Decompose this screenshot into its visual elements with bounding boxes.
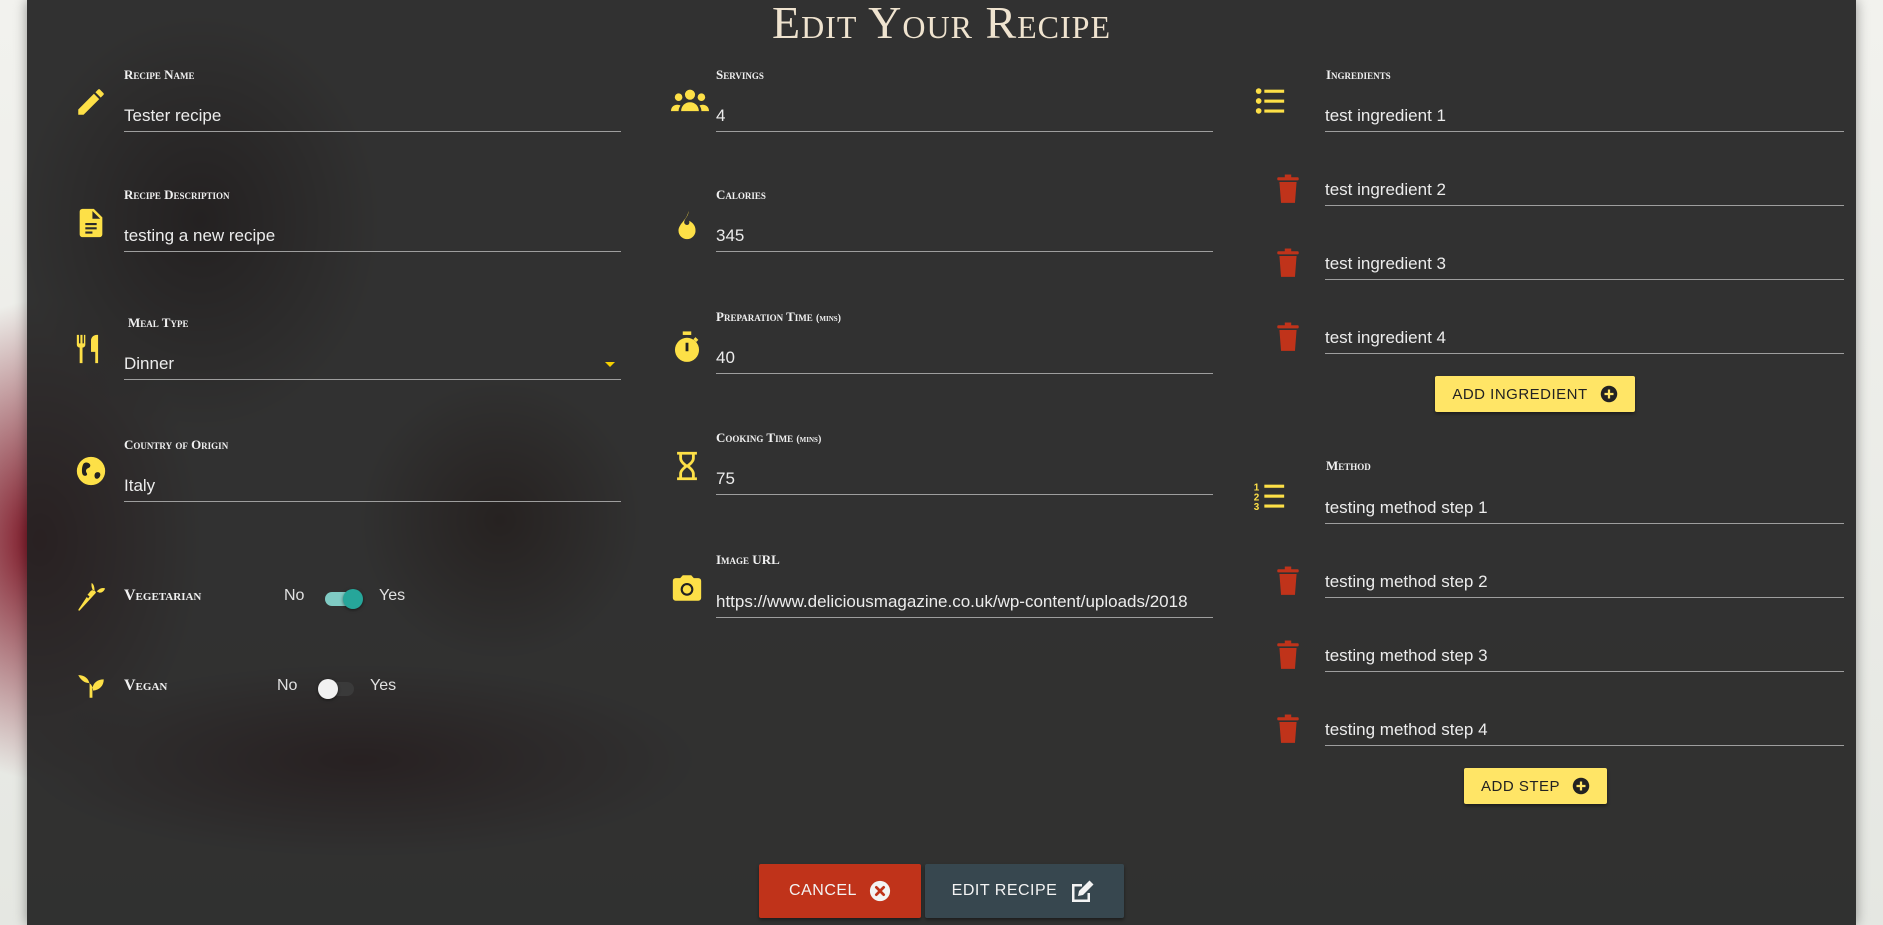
ingredients-section: Ingredients test ingredient 1 test ingre… [1253, 67, 1844, 420]
ingredient-input-2[interactable]: test ingredient 2 [1325, 174, 1844, 206]
country-label: Country of Origin [124, 437, 229, 452]
calories-input[interactable]: 345 [716, 220, 1213, 252]
vegan-no-label: No [277, 677, 298, 694]
meal-type-value: Dinner [124, 354, 175, 373]
ingredient-input-4[interactable]: test ingredient 4 [1325, 322, 1844, 354]
prep-time-label-text: Preparation Time [716, 309, 813, 324]
recipe-description-field: Recipe Description testing a new recipe [74, 187, 647, 270]
trash-icon[interactable] [1275, 248, 1301, 278]
servings-input[interactable]: 4 [716, 100, 1213, 132]
cook-time-field: Cooking Time (mins) 75 [670, 430, 1243, 513]
recipe-name-field: Recipe Name Tester recipe [74, 67, 647, 150]
cancel-button[interactable]: CANCEL [759, 864, 921, 918]
utensils-icon [74, 332, 108, 366]
image-url-field: Image URL https://www.deliciousmagazine.… [670, 552, 1243, 635]
add-ingredient-button[interactable]: ADD INGREDIENT [1435, 376, 1635, 412]
plus-circle-icon [1572, 777, 1590, 795]
users-icon [671, 84, 709, 118]
camera-icon [670, 571, 704, 605]
meal-type-select[interactable]: Dinner [124, 348, 621, 380]
servings-field: Servings 4 [670, 67, 1243, 150]
prep-time-field: Preparation Time (mins) 40 [670, 309, 1243, 392]
country-input[interactable]: Italy [124, 470, 621, 502]
globe-icon [74, 454, 108, 488]
recipe-description-label: Recipe Description [124, 187, 230, 202]
meal-type-field: Meal Type Dinner [74, 315, 647, 398]
stopwatch-icon [670, 330, 704, 364]
cook-time-label: Cooking Time (mins) [716, 430, 821, 446]
vegan-yes-label: Yes [370, 677, 397, 694]
cook-time-label-text: Cooking Time [716, 430, 794, 445]
chevron-down-icon [605, 362, 615, 367]
page-title: Edit Your Recipe [771, 0, 1112, 48]
plus-circle-icon [1600, 385, 1617, 403]
calories-label: Calories [716, 187, 766, 202]
edit-recipe-label: EDIT RECIPE [951, 882, 1058, 899]
vegan-toggle-knob [318, 679, 338, 699]
vegan-switch-row: Vegan No Yes [74, 668, 647, 702]
pencil-icon [74, 85, 108, 119]
trash-icon[interactable] [1275, 566, 1301, 596]
numbered-list-icon: 123 [1253, 479, 1287, 513]
cancel-label: CANCEL [789, 882, 857, 899]
add-step-label: ADD STEP [1480, 777, 1560, 795]
method-input-4[interactable]: testing method step 4 [1325, 714, 1844, 746]
method-section: 123 Method testing method step 1 testing… [1253, 458, 1844, 761]
method-input-3[interactable]: testing method step 3 [1325, 640, 1844, 672]
method-input-1[interactable]: testing method step 1 [1325, 492, 1844, 524]
fire-icon [670, 208, 704, 242]
vegetarian-label: Vegetarian [124, 587, 202, 604]
edit-recipe-form: Edit Your Recipe Recipe Name Tester reci… [27, 0, 1856, 925]
recipe-description-input[interactable]: testing a new recipe [124, 220, 621, 252]
vegetarian-yes-label: Yes [379, 587, 406, 604]
calories-field: Calories 345 [670, 187, 1243, 270]
hourglass-icon [670, 449, 704, 483]
list-icon [1253, 84, 1287, 118]
servings-label: Servings [716, 67, 764, 82]
vegetarian-toggle[interactable] [325, 589, 363, 609]
vegetarian-no-label: No [284, 587, 305, 604]
method-input-2[interactable]: testing method step 2 [1325, 566, 1844, 598]
close-circle-icon [869, 880, 891, 902]
edit-recipe-button[interactable]: EDIT RECIPE [925, 864, 1124, 918]
cook-time-unit: (mins) [796, 434, 822, 445]
meal-type-label: Meal Type [128, 315, 189, 330]
prep-time-input[interactable]: 40 [716, 342, 1213, 374]
edit-icon [1072, 880, 1094, 902]
recipe-name-label: Recipe Name [124, 67, 195, 82]
trash-icon[interactable] [1275, 322, 1301, 352]
trash-icon[interactable] [1275, 640, 1301, 670]
add-ingredient-label: ADD INGREDIENT [1452, 385, 1588, 403]
seedling-icon [74, 668, 108, 702]
method-label: Method [1326, 458, 1371, 473]
add-step-button[interactable]: ADD STEP [1464, 768, 1607, 804]
vegetarian-switch-row: Vegetarian No Yes [74, 580, 647, 614]
vegan-toggle[interactable] [318, 679, 354, 699]
document-icon [74, 206, 108, 240]
carrot-icon [74, 580, 108, 614]
vegan-label: Vegan [124, 677, 168, 694]
vegetarian-toggle-knob [343, 589, 363, 609]
prep-time-label: Preparation Time (mins) [716, 309, 841, 325]
svg-text:3: 3 [1254, 502, 1260, 513]
country-field: Country of Origin Italy [74, 437, 647, 520]
cook-time-input[interactable]: 75 [716, 463, 1213, 495]
prep-time-unit: (mins) [816, 313, 841, 324]
ingredients-label: Ingredients [1326, 67, 1391, 82]
trash-icon[interactable] [1275, 714, 1301, 744]
trash-icon[interactable] [1275, 174, 1301, 204]
image-url-input[interactable]: https://www.deliciousmagazine.co.uk/wp-c… [716, 586, 1213, 618]
recipe-name-input[interactable]: Tester recipe [124, 100, 621, 132]
ingredient-input-1[interactable]: test ingredient 1 [1325, 100, 1844, 132]
image-url-label: Image URL [716, 552, 780, 567]
ingredient-input-3[interactable]: test ingredient 3 [1325, 248, 1844, 280]
